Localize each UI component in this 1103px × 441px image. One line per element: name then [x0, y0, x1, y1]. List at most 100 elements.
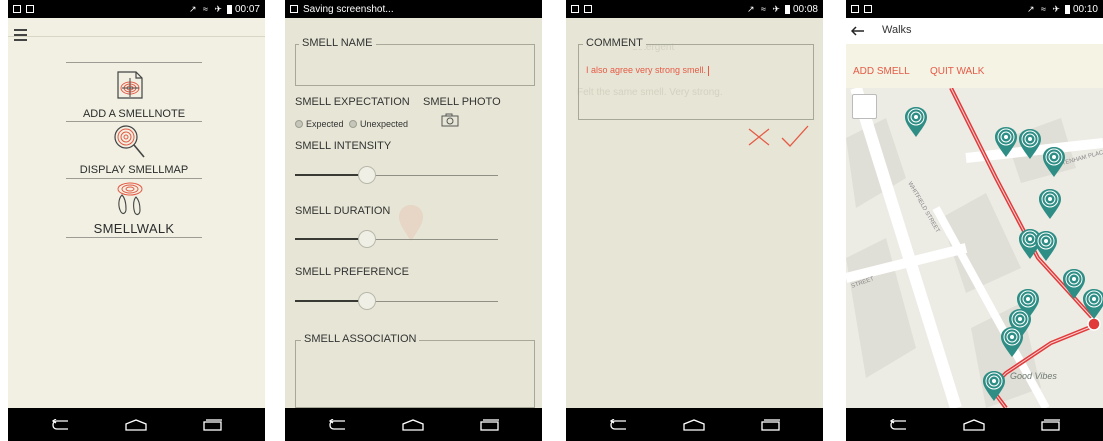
back-icon[interactable]	[52, 419, 70, 431]
camera-icon[interactable]	[441, 113, 459, 127]
expected-radio[interactable]: Expected	[295, 119, 344, 129]
intensity-slider-fill	[295, 174, 361, 176]
screenshot-icon	[290, 5, 298, 13]
faded-map-pin-icon	[399, 205, 423, 241]
status-bar: ↗ ≈ ✈ 00:07	[8, 0, 265, 18]
home-icon[interactable]	[963, 419, 985, 431]
map-canvas: WHITFIELD STREET TOTTENHAM PLACE STREET …	[846, 88, 1103, 408]
menu-divider	[66, 121, 202, 122]
smell-marker-icon[interactable]	[1082, 288, 1103, 320]
duration-slider-fill	[295, 238, 361, 240]
recent-apps-icon[interactable]	[761, 419, 781, 431]
quit-walk-button[interactable]: QUIT WALK	[930, 66, 984, 77]
menu-divider	[66, 62, 202, 63]
recent-apps-icon[interactable]	[480, 419, 500, 431]
smell-marker-icon[interactable]	[1018, 128, 1042, 160]
android-nav-bar	[8, 408, 265, 441]
recent-apps-icon[interactable]	[1041, 419, 1061, 431]
confirm-check-icon[interactable]	[780, 124, 810, 150]
unexpected-radio[interactable]: Unexpected	[349, 119, 408, 129]
status-time: 00:08	[792, 3, 818, 15]
screenshot-composite: ↗ ≈ ✈ 00:07 ADD A SMELLNOTE DISPLAY SMEL…	[0, 0, 1103, 441]
notification-icon	[851, 5, 859, 13]
android-nav-bar	[285, 408, 542, 441]
recent-apps-icon[interactable]	[203, 419, 223, 431]
home-icon[interactable]	[683, 419, 705, 431]
menu-divider	[66, 237, 202, 238]
walks-app-bar: Walks	[846, 18, 1103, 44]
smell-photo-label: SMELL PHOTO	[423, 96, 501, 108]
add-smell-button[interactable]: ADD SMELL	[853, 66, 910, 77]
comment-panel: detergent COMMENT I also agree very stro…	[566, 18, 823, 408]
home-icon[interactable]	[125, 419, 147, 431]
duration-slider-knob[interactable]	[358, 230, 376, 248]
smell-marker-icon[interactable]	[994, 126, 1018, 158]
image-notification-icon	[26, 5, 34, 13]
phone-walks-map-screen: ↗ ≈ ✈ 00:10 Walks ADD SMELL QUIT WALK WH…	[846, 0, 1103, 441]
battery-icon	[784, 4, 790, 14]
walks-action-bar: ADD SMELL QUIT WALK	[846, 44, 1103, 88]
walk-map[interactable]: WHITFIELD STREET TOTTENHAM PLACE STREET …	[846, 88, 1103, 408]
image-notification-icon	[864, 5, 872, 13]
walks-title: Walks	[882, 24, 912, 36]
signal-wifi-airplane-icons: ↗ ≈ ✈	[188, 3, 224, 14]
back-icon[interactable]	[890, 419, 908, 431]
back-arrow-icon[interactable]	[851, 26, 865, 36]
phone-comment-screen: ↗ ≈ ✈ 00:08 detergent COMMENT I also agr…	[566, 0, 823, 441]
back-icon[interactable]	[329, 419, 347, 431]
smell-association-legend: SMELL ASSOCIATION	[301, 333, 420, 345]
android-nav-bar	[846, 408, 1103, 441]
back-icon[interactable]	[610, 419, 628, 431]
footprints-icon[interactable]	[112, 181, 148, 217]
ghost-comment-text: Felt the same smell. Very strong.	[577, 87, 723, 98]
smellmap-magnifier-icon[interactable]	[112, 123, 148, 161]
smell-marker-icon[interactable]	[1038, 188, 1062, 220]
add-smellnote-label[interactable]: ADD A SMELLNOTE	[66, 108, 202, 120]
map-layer-checkbox[interactable]	[852, 94, 877, 119]
smellwalk-label[interactable]: SMELLWALK	[66, 221, 202, 236]
comment-field[interactable]: COMMENT I also agree very strong smell. …	[577, 37, 814, 120]
smell-association-field[interactable]: SMELL ASSOCIATION	[295, 333, 535, 408]
notification-icon	[13, 5, 21, 13]
smell-duration-label: SMELL DURATION	[295, 205, 391, 217]
status-bar: ↗ ≈ ✈ 00:10	[846, 0, 1103, 18]
smell-marker-icon[interactable]	[904, 106, 928, 138]
smell-marker-icon[interactable]	[1042, 146, 1066, 178]
expected-option-label: Expected	[306, 119, 344, 129]
status-notice: Saving screenshot...	[303, 3, 394, 15]
intensity-slider-knob[interactable]	[358, 166, 376, 184]
comment-input-text[interactable]: I also agree very strong smell.	[586, 65, 710, 76]
cancel-x-icon[interactable]	[746, 126, 772, 148]
add-smellnote-icon[interactable]	[112, 66, 148, 102]
unexpected-radio-dot[interactable]	[349, 120, 357, 128]
map-street-label: WHITFIELD STREET	[906, 181, 940, 234]
smell-expectation-label: SMELL EXPECTATION	[295, 96, 410, 108]
status-time: 00:07	[234, 3, 260, 15]
home-icon[interactable]	[402, 419, 424, 431]
android-nav-bar	[566, 408, 823, 441]
smell-name-field[interactable]: SMELL NAME	[295, 37, 535, 86]
smell-form: SMELL NAME SMELL EXPECTATION SMELL PHOTO…	[285, 18, 542, 408]
smell-marker-icon[interactable]	[982, 370, 1006, 402]
battery-icon	[226, 4, 232, 14]
signal-wifi-airplane-icons: ↗ ≈ ✈	[746, 3, 782, 14]
expected-radio-dot[interactable]	[295, 120, 303, 128]
signal-wifi-airplane-icons: ↗ ≈ ✈	[1026, 3, 1062, 14]
menu-body: ADD A SMELLNOTE DISPLAY SMELLMAP SMELLWA…	[8, 18, 265, 408]
notification-icon	[571, 5, 579, 13]
preference-slider-fill	[295, 300, 361, 302]
battery-icon	[1064, 4, 1070, 14]
smell-name-legend: SMELL NAME	[299, 37, 376, 49]
smell-marker-icon[interactable]	[1034, 230, 1058, 262]
image-notification-icon	[584, 5, 592, 13]
status-bar: Saving screenshot...	[285, 0, 542, 18]
unexpected-option-label: Unexpected	[360, 119, 409, 129]
menu-divider	[66, 178, 202, 179]
display-smellmap-label[interactable]: DISPLAY SMELLMAP	[66, 164, 202, 176]
smell-marker-icon[interactable]	[1000, 326, 1024, 358]
preference-slider-knob[interactable]	[358, 292, 376, 310]
phone-smell-form-screen: Saving screenshot... SMELL NAME SMELL EX…	[285, 0, 542, 441]
status-bar: ↗ ≈ ✈ 00:08	[566, 0, 823, 18]
map-poi-label: Good Vibes	[1010, 371, 1057, 381]
smell-preference-label: SMELL PREFERENCE	[295, 266, 409, 278]
